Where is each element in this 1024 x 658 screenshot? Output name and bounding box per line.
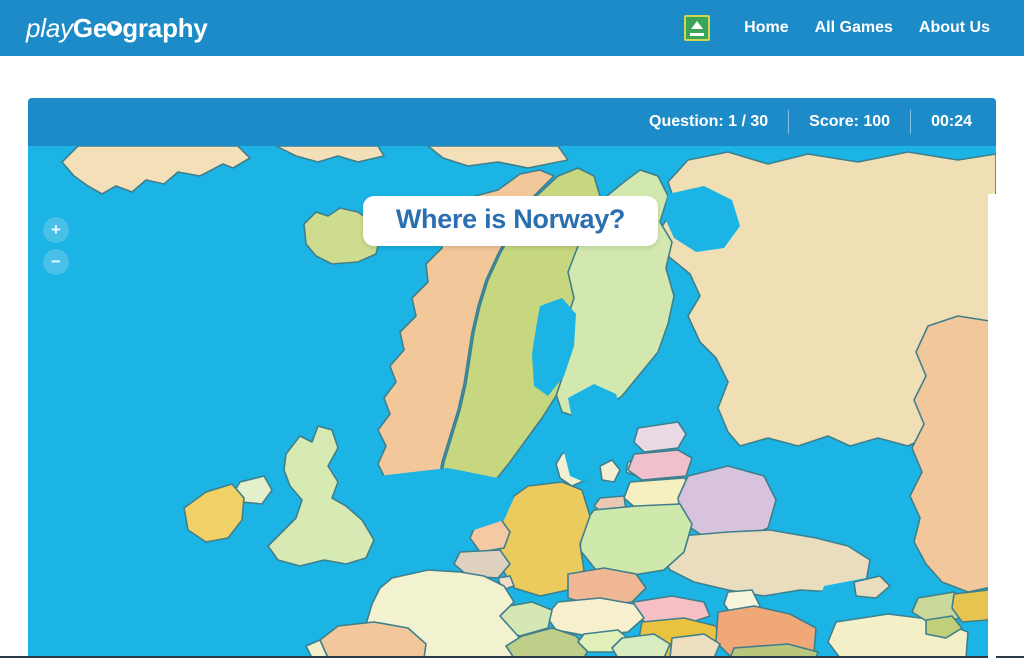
globe-icon [107,20,123,36]
nav-item-about-us[interactable]: About Us [919,19,990,37]
nav-item-home[interactable]: Home [744,19,788,37]
main-navigation: Home All Games About Us [684,0,990,56]
nav-item-all-games[interactable]: All Games [815,19,893,37]
site-header: play Ge graphy Home All Games About Us [0,0,1024,56]
logo-play-text: play [26,12,73,43]
timer-display: 00:24 [910,110,996,134]
zoom-controls: + − [43,217,69,275]
question-banner: Where is Norway? [363,196,658,246]
country-kazakhstan[interactable] [909,315,996,593]
logo-geography-text-part2: graphy [122,12,208,43]
map-flag-icon[interactable] [684,15,711,41]
country-latvia[interactable] [627,449,693,481]
country-belarus[interactable] [677,465,777,541]
map-stage[interactable]: + − Where is Norway? [28,146,996,658]
logo-geography-text-part1: Ge [72,12,108,43]
question-counter: Question: 1 / 30 [649,113,769,130]
game-container: Question: 1 / 30 Score: 100 00:24 + − Wh… [28,98,996,658]
zoom-out-icon[interactable]: − [43,249,69,275]
map-right-margin [988,194,996,658]
zoom-in-icon[interactable]: + [43,217,69,243]
question-prompt: Where is Norway? [395,204,626,234]
score-display: Score: 100 [788,110,910,134]
game-status-bar: Question: 1 / 30 Score: 100 00:24 [28,98,996,146]
site-logo[interactable]: play Ge graphy [26,13,208,44]
